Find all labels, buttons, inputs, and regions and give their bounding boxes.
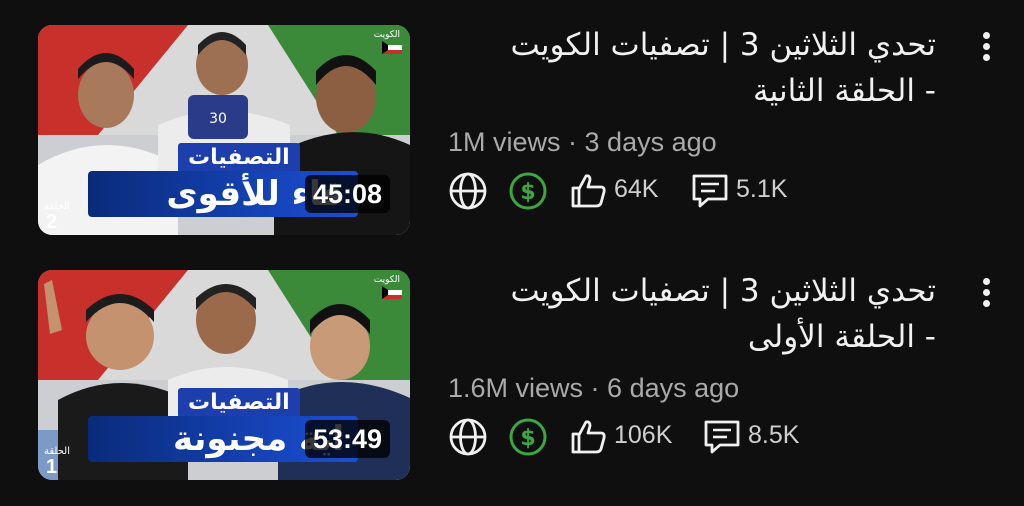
- video-title-line: تحدي الثلاثين 3 | تصفيات الكويت: [510, 273, 936, 309]
- video-metadata: 1.6M views · 6 days ago: [448, 373, 739, 404]
- video-thumbnail[interactable]: 30 الكويت التصفيات قاء للأقوى الحلقة 2 4…: [38, 25, 410, 235]
- thumbnail-flag-label: الكويت: [373, 274, 400, 284]
- comment-icon: [692, 174, 728, 208]
- comment-count: 5.1K: [736, 175, 788, 203]
- dollar-icon: $: [509, 418, 547, 456]
- thumbnail-tag: التصفيات: [178, 143, 300, 173]
- meta-separator: ·: [560, 127, 585, 157]
- like-count: 106K: [614, 421, 673, 449]
- episode-number: 2: [46, 211, 58, 233]
- comment-count: 8.5K: [748, 421, 800, 449]
- like-count: 64K: [614, 175, 659, 203]
- video-title-line: - الحلقة الثانية: [753, 73, 936, 109]
- thumbs-up-icon: [571, 174, 606, 208]
- comment-icon: [704, 420, 740, 454]
- view-count: 1.6M views: [448, 373, 584, 403]
- globe-icon: [449, 418, 487, 456]
- thumbnail-tag: التصفيات: [178, 388, 300, 418]
- duration-badge: 53:49: [304, 420, 390, 458]
- duration-badge: 45:08: [304, 175, 390, 213]
- video-item[interactable]: الكويت التصفيات اية مجنونة الحلقة 1 53:4…: [0, 246, 1024, 486]
- thumbnail-logo-text: 30: [209, 111, 227, 127]
- globe-icon: [449, 172, 487, 210]
- video-title[interactable]: تحدي الثلاثين 3 | تصفيات الكويت - الحلقة…: [448, 268, 936, 360]
- video-metadata: 1M views · 3 days ago: [448, 127, 717, 158]
- video-title-line: - الحلقة الأولى: [747, 319, 936, 355]
- more-options-button[interactable]: [970, 272, 1002, 312]
- upload-age: 3 days ago: [584, 127, 717, 157]
- upload-age: 6 days ago: [607, 373, 740, 403]
- video-title[interactable]: تحدي الثلاثين 3 | تصفيات الكويت - الحلقة…: [448, 22, 936, 114]
- video-item[interactable]: 30 الكويت التصفيات قاء للأقوى الحلقة 2 4…: [0, 0, 1024, 240]
- thumbs-up-icon: [571, 420, 606, 454]
- view-count: 1M views: [448, 127, 561, 157]
- svg-text:$: $: [520, 180, 535, 205]
- episode-number: 1: [46, 456, 58, 478]
- video-title-line: تحدي الثلاثين 3 | تصفيات الكويت: [510, 27, 936, 63]
- video-thumbnail[interactable]: الكويت التصفيات اية مجنونة الحلقة 1 53:4…: [38, 270, 410, 480]
- dollar-icon: $: [509, 172, 547, 210]
- meta-separator: ·: [583, 373, 608, 403]
- thumbnail-flag-label: الكويت: [373, 29, 400, 39]
- more-options-button[interactable]: [970, 26, 1002, 66]
- svg-text:$: $: [520, 426, 535, 451]
